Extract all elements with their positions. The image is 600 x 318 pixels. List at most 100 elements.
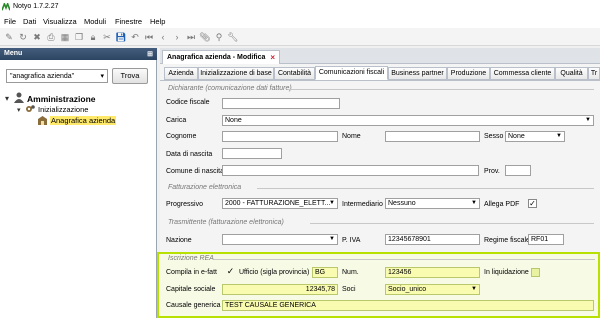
chevron-down-icon[interactable]: ▾ [100, 72, 104, 80]
liquidazione-label: In liquidazione [484, 269, 529, 276]
document-tab-bar: Anagrafica azienda - Modifica × [160, 48, 600, 64]
chevron-down-icon[interactable]: ▼ [329, 199, 335, 208]
first-icon[interactable]: ⏮ [143, 31, 155, 43]
tab-anagrafica-azienda[interactable]: Anagrafica azienda - Modifica × [162, 50, 280, 64]
trova-button[interactable]: Trova [112, 68, 148, 84]
intermediario-select[interactable]: Nessuno ▼ [385, 198, 480, 209]
menu-search-combo[interactable]: "anagrafica azienda" ▾ [6, 69, 108, 83]
data-nascita-label: Data di nascita [166, 151, 213, 158]
menu-moduli[interactable]: Moduli [84, 17, 106, 26]
comune-nascita-field[interactable] [222, 165, 479, 176]
capitale-sociale-field[interactable]: 12345,78 [222, 284, 338, 295]
tab-contabilita[interactable]: Contabilità [274, 67, 315, 80]
num-field[interactable]: 123456 [385, 267, 480, 278]
sesso-label: Sesso [484, 133, 504, 140]
regime-fiscale-field[interactable]: RF01 [528, 234, 564, 245]
carica-select[interactable]: None ▼ [222, 115, 594, 126]
collapse-icon[interactable]: ▾ [5, 94, 9, 103]
prov-field[interactable] [505, 165, 531, 176]
comune-nascita-label: Comune di nascita [166, 168, 224, 175]
group-divider [214, 259, 595, 260]
data-nascita-field[interactable] [222, 148, 282, 159]
refresh-icon[interactable]: ↻ [17, 31, 29, 43]
cut-icon[interactable]: ✂ [101, 31, 113, 43]
chevron-down-icon[interactable]: ▼ [329, 235, 335, 244]
next-icon[interactable]: › [171, 31, 183, 43]
cognome-label: Cognome [166, 133, 197, 140]
carica-value: None [225, 117, 242, 124]
new-icon[interactable]: ✎ [3, 31, 15, 43]
user-icon [14, 92, 24, 103]
cognome-field[interactable] [222, 131, 338, 142]
ufficio-field[interactable]: BG [312, 267, 338, 278]
menu-file[interactable]: File [4, 17, 16, 26]
save-icon[interactable]: 💾︎ [115, 31, 127, 43]
tab-produzione[interactable]: Produzione [447, 67, 490, 80]
codice-fiscale-label: Codice fiscale [166, 99, 210, 106]
undo-icon[interactable]: ↶ [129, 31, 141, 43]
causale-generica-label: Causale generica [166, 302, 221, 309]
building-icon [38, 116, 47, 125]
tree-node-anagrafica-azienda[interactable]: Anagrafica azienda [50, 116, 117, 125]
lock-icon[interactable]: 🔒︎ [87, 31, 99, 43]
pin-icon[interactable]: ⊞ [147, 50, 153, 58]
search-icon[interactable]: ⚲ [213, 31, 225, 43]
attach-icon[interactable]: 📎︎ [199, 31, 211, 43]
group-title-rea: Iscrizione REA [168, 255, 214, 262]
num-label: Num. [342, 269, 359, 276]
intermediario-label: Intermediario [342, 201, 383, 208]
app-logo-icon [2, 3, 10, 11]
form-tab-bar: Azienda Inizializzazione di base Contabi… [160, 64, 600, 80]
gear-user-icon [26, 105, 35, 112]
allega-pdf-checkbox[interactable]: ✓ [528, 199, 537, 208]
codice-fiscale-field[interactable] [222, 98, 340, 109]
nazione-select[interactable]: ▼ [222, 234, 338, 245]
soci-select[interactable]: Socio_unico ▼ [385, 284, 480, 295]
progressivo-value: 2000 - FATTURAZIONE_ELETT... [225, 200, 331, 207]
progressivo-select[interactable]: 2000 - FATTURAZIONE_ELETT... ▼ [222, 198, 338, 209]
sesso-select[interactable]: None ▼ [505, 131, 565, 142]
toolbar: ✎ ↻ ✖ ⎙ ▦ ❐ 🔒︎ ✂ 💾︎ ↶ ⏮ ‹ › ⏭ 📎︎ ⚲ 🔧︎ [0, 28, 600, 46]
collapse-icon[interactable]: ▾ [17, 106, 21, 114]
tab-business-partner[interactable]: Business partner [388, 67, 447, 80]
delete-icon[interactable]: ✖ [31, 31, 43, 43]
nome-label: Nome [342, 133, 361, 140]
chevron-down-icon[interactable]: ▼ [471, 285, 477, 294]
menu-finestre[interactable]: Finestre [115, 17, 142, 26]
tree-node-amministrazione[interactable]: Amministrazione [27, 94, 96, 104]
liquidazione-checkbox[interactable] [531, 268, 540, 277]
tools-icon[interactable]: 🔧︎ [227, 31, 239, 43]
allega-pdf-label: Allega PDF [484, 201, 520, 208]
sidebar-header: Menu ⊞ [0, 48, 157, 60]
tab-inizializzazione-di-base[interactable]: Inizializzazione di base [198, 67, 274, 80]
menu-bar: File Dati Visualizza Moduli Finestre Hel… [0, 14, 600, 28]
prev-icon[interactable]: ‹ [157, 31, 169, 43]
tab-overflow[interactable]: Tr [588, 67, 600, 80]
nome-field[interactable] [385, 131, 480, 142]
menu-dati[interactable]: Dati [23, 17, 36, 26]
menu-visualizza[interactable]: Visualizza [43, 17, 77, 26]
soci-value: Socio_unico [388, 286, 427, 293]
sidebar: Menu ⊞ "anagrafica azienda" ▾ Trova ▾ Am… [0, 48, 157, 318]
tab-azienda[interactable]: Azienda [164, 67, 198, 80]
window-title: Notyo 1.7.2.27 [13, 3, 59, 10]
chevron-down-icon[interactable]: ▼ [471, 199, 477, 208]
close-icon[interactable]: × [270, 53, 275, 62]
tab-commessa-cliente[interactable]: Commessa cliente [490, 67, 555, 80]
piva-field[interactable]: 12345678901 [385, 234, 480, 245]
regime-fiscale-label: Regime fiscale [484, 237, 530, 244]
chevron-down-icon[interactable]: ▼ [556, 132, 562, 141]
print-icon[interactable]: ⎙ [45, 31, 57, 43]
carica-label: Carica [166, 117, 187, 124]
causale-generica-field[interactable]: TEST CAUSALE GENERICA [222, 300, 594, 311]
tree-node-inizializzazione[interactable]: Inizializzazione [38, 105, 88, 114]
grid-icon[interactable]: ▦ [59, 31, 71, 43]
menu-help[interactable]: Help [150, 17, 165, 26]
compila-checkbox[interactable]: ✓ [226, 267, 235, 277]
iscrizione-rea-panel: Iscrizione REA Compila in e-fatt ✓ Uffic… [157, 252, 600, 318]
tab-comunicazioni-fiscali[interactable]: Comunicazioni fiscali [315, 66, 388, 80]
last-icon[interactable]: ⏭ [185, 31, 197, 43]
copy-icon[interactable]: ❐ [73, 31, 85, 43]
chevron-down-icon[interactable]: ▼ [585, 116, 591, 125]
tab-qualita[interactable]: Qualità [555, 67, 588, 80]
